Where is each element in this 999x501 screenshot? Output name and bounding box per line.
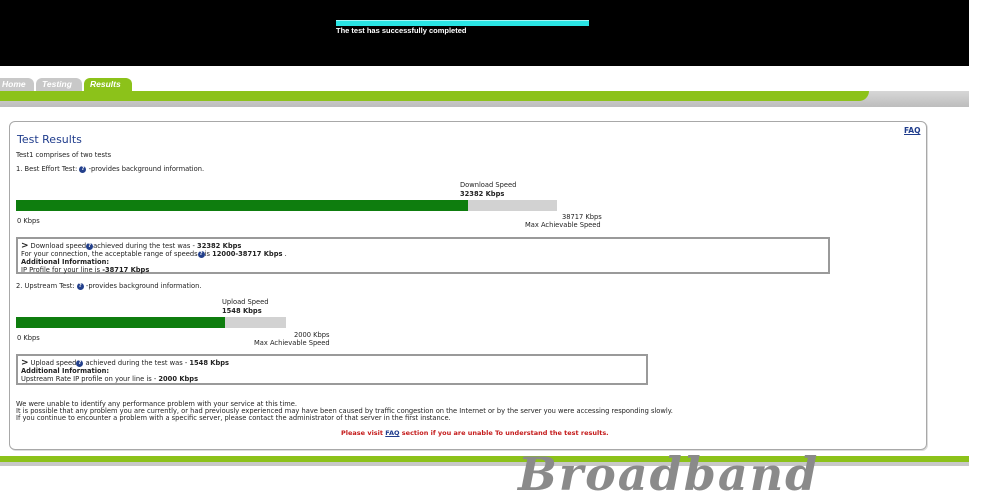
upload-additional-info-heading: Additional Information: [21, 367, 643, 375]
download-result-line: > Download speed? achieved during the test… [21, 242, 825, 251]
notice-suffix: section if you are unable To understand … [399, 429, 609, 437]
info-icon[interactable]: ? [197, 250, 205, 258]
download-range-line: For your connection, the acceptable rang… [21, 250, 825, 258]
download-range-value: 12000-38717 Kbps [212, 250, 283, 258]
tab-home[interactable]: Home [0, 78, 34, 91]
test-status-text: The test has successfully completed [336, 26, 467, 35]
header-accent-band [0, 91, 869, 101]
additional-info-label: Additional Information: [21, 367, 110, 375]
upload-speed-value: 1548 Kbps [222, 307, 262, 315]
info-icon[interactable]: ? [76, 282, 84, 290]
download-result-box: > Download speed? achieved during the test… [16, 237, 830, 274]
page-title: Test Results [17, 133, 82, 146]
ip-profile-value: -38717 Kbps [102, 266, 150, 274]
upload-achieved-value: 1548 Kbps [189, 359, 230, 367]
download-speed-fill [16, 200, 469, 211]
footer-divider [0, 462, 969, 466]
download-achieved-value: 32382 Kbps [197, 242, 242, 250]
tab-testing[interactable]: Testing [36, 78, 82, 91]
upload-result-box: > Upload speed? achieved during the test … [16, 354, 648, 385]
upload-heading-desc: -provides background information. [85, 282, 202, 290]
download-speed-label: Download Speed [460, 181, 517, 189]
download-heading: 1. Best Effort Test: ? -provides backgro… [16, 165, 204, 173]
upload-result-line: > Upload speed? achieved during the test … [21, 359, 643, 368]
upload-speed-bar [16, 317, 286, 328]
tab-results[interactable]: Results [84, 78, 132, 91]
header-bar: The test has successfully completed [0, 0, 969, 66]
upload-max-label: Max Achievable Speed [254, 339, 330, 347]
notice-faq-link[interactable]: FAQ [385, 429, 399, 437]
broadband-logo: Broadband [518, 447, 820, 501]
upload-heading-label: 2. Upstream Test: [16, 282, 75, 290]
upload-achieved-text: achieved during the test was - [83, 359, 190, 367]
upload-min-label: 0 Kbps [17, 334, 40, 342]
download-min-label: 0 Kbps [17, 217, 40, 225]
download-achieved-text: achieved during the test was - [93, 242, 198, 250]
info-icon[interactable]: ? [79, 165, 87, 173]
summary-line: If you continue to encounter a problem w… [16, 414, 451, 422]
upload-max-value: 2000 Kbps [294, 331, 330, 339]
download-range-text: is [204, 250, 213, 258]
download-speed-value: 32382 Kbps [460, 190, 505, 198]
upstream-profile-label: Upstream Rate IP profile on your line is… [21, 375, 159, 383]
ip-profile-label: IP Profile for your line is [21, 266, 103, 274]
upload-speed-label: Upload Speed [222, 298, 269, 306]
download-max-value: 38717 Kbps [562, 213, 602, 221]
faq-link[interactable]: FAQ [904, 126, 920, 135]
upload-heading: 2. Upstream Test: ? -provides background… [16, 282, 201, 290]
download-range-suffix: . [282, 250, 287, 258]
download-heading-desc: -provides background information. [88, 165, 205, 173]
notice-prefix: Please visit [341, 429, 386, 437]
additional-info-label: Additional Information: [21, 258, 110, 266]
faq-notice: Please visit FAQ section if you are unab… [341, 429, 609, 437]
upstream-profile-value: 2000 Kbps [158, 375, 199, 383]
upload-speed-fill [16, 317, 225, 328]
download-heading-label: 1. Best Effort Test: [16, 165, 78, 173]
download-range-label: For your connection, the acceptable rang… [21, 250, 198, 258]
upload-achieved-label: Upload speed [30, 359, 77, 367]
download-max-label: Max Achievable Speed [525, 221, 601, 229]
intro-text: Test1 comprises of two tests [16, 151, 112, 159]
download-ip-profile-line: IP Profile for your line is -38717 Kbps [21, 266, 825, 274]
download-achieved-label: Download speed [30, 242, 87, 250]
download-speed-bar [16, 200, 557, 211]
download-additional-info-heading: Additional Information: [21, 258, 825, 266]
upload-ip-profile-line: Upstream Rate IP profile on your line is… [21, 375, 643, 383]
